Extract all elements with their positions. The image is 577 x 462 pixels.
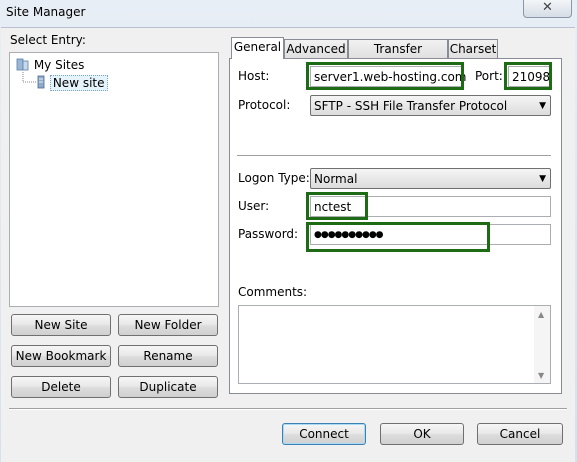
- section-divider: [237, 155, 551, 157]
- footer-divider: [9, 408, 567, 410]
- close-icon: ✕: [542, 0, 553, 15]
- scroll-up-icon[interactable]: ▲: [538, 310, 544, 319]
- user-highlight-box: [306, 192, 368, 220]
- tab-transfer-settings[interactable]: Transfer Settings: [348, 39, 448, 75]
- tree-label-new-site: New site: [49, 75, 108, 91]
- chevron-down-icon: ▼: [539, 101, 546, 111]
- select-entry-label: Select Entry:: [10, 33, 86, 47]
- delete-button[interactable]: Delete: [11, 376, 111, 398]
- protocol-select[interactable]: SFTP - SSH File Transfer Protocol ▼: [310, 95, 551, 116]
- new-folder-button[interactable]: New Folder: [118, 314, 218, 336]
- rename-button[interactable]: Rename: [118, 345, 218, 367]
- host-highlight-box: [306, 62, 464, 90]
- tree-item-new-site[interactable]: New site: [36, 75, 108, 91]
- tree-label-root: My Sites: [33, 58, 85, 72]
- comments-scrollbar[interactable]: ▲ ▼: [534, 306, 550, 383]
- tab-general[interactable]: General: [231, 37, 284, 59]
- tab-charset[interactable]: Charset: [448, 39, 498, 58]
- protocol-label: Protocol:: [238, 98, 291, 112]
- scroll-down-icon[interactable]: ▼: [538, 371, 544, 380]
- server-icon: [37, 75, 45, 89]
- host-label: Host:: [238, 69, 270, 83]
- tree-item-my-sites[interactable]: My Sites: [16, 57, 84, 72]
- connect-button[interactable]: Connect: [282, 423, 366, 445]
- logon-type-label: Logon Type:: [238, 171, 310, 185]
- chevron-down-icon: ▼: [539, 174, 546, 184]
- duplicate-button[interactable]: Duplicate: [118, 376, 218, 398]
- site-manager-window: Site Manager ✕ Select Entry: My Sites Ne…: [0, 0, 577, 462]
- protocol-value: SFTP - SSH File Transfer Protocol: [314, 99, 508, 113]
- logon-type-select[interactable]: Normal ▼: [310, 168, 551, 189]
- new-bookmark-button[interactable]: New Bookmark: [11, 345, 111, 367]
- ok-button[interactable]: OK: [380, 423, 464, 445]
- comments-textarea[interactable]: ▲ ▼: [238, 305, 551, 384]
- port-highlight-box: [504, 62, 552, 90]
- folder-icon: [16, 58, 29, 71]
- close-button[interactable]: ✕: [523, 0, 572, 18]
- new-site-button[interactable]: New Site: [11, 314, 111, 336]
- window-title: Site Manager: [6, 5, 86, 19]
- site-tree[interactable]: My Sites New site: [9, 52, 219, 307]
- tab-advanced[interactable]: Advanced: [284, 39, 348, 58]
- logon-type-value: Normal: [314, 172, 358, 186]
- user-label: User:: [238, 199, 270, 213]
- comments-label: Comments:: [238, 285, 308, 299]
- password-label: Password:: [238, 227, 299, 241]
- port-label: Port:: [475, 69, 503, 83]
- password-highlight-box: [306, 222, 490, 252]
- cancel-button[interactable]: Cancel: [477, 423, 563, 445]
